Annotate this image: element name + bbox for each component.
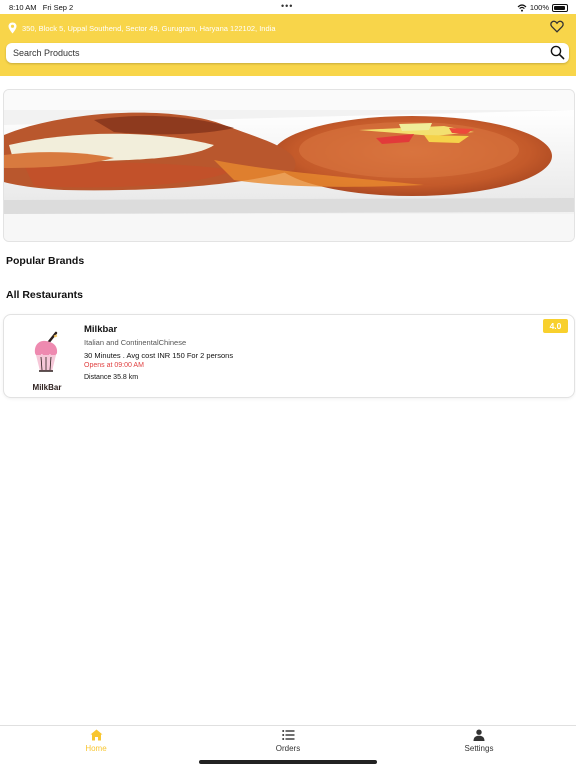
tab-orders[interactable]: Orders <box>238 729 338 753</box>
logo-text: MilkBar <box>32 383 62 392</box>
restaurant-name: Milkbar <box>84 324 118 335</box>
location-pin-icon <box>8 22 17 34</box>
restaurant-logo: MilkBar <box>26 331 68 393</box>
location-row[interactable]: 350, Block 5, Uppal Southend, Sector 49,… <box>8 20 568 36</box>
person-icon <box>473 729 485 741</box>
wifi-icon <box>517 3 527 12</box>
favorite-heart-icon[interactable] <box>550 20 564 33</box>
home-indicator <box>199 760 377 764</box>
battery-icon <box>552 3 568 12</box>
status-bar: 8:10 AM Fri Sep 2 ••• 100% <box>0 0 576 14</box>
list-icon <box>281 730 294 740</box>
multitasking-dots-icon[interactable]: ••• <box>281 1 293 11</box>
popular-brands-heading: Popular Brands <box>6 255 85 267</box>
all-restaurants-heading: All Restaurants <box>6 289 84 301</box>
home-icon <box>90 729 102 741</box>
restaurant-cuisine: Italian and ContinentalChinese <box>84 338 187 347</box>
tab-home[interactable]: Home <box>46 729 146 753</box>
restaurant-opens: Opens at 09:00 AM <box>84 362 144 369</box>
search-input[interactable] <box>11 47 535 59</box>
status-right: 100% <box>517 3 568 12</box>
tab-orders-label: Orders <box>275 744 301 753</box>
status-time: 8:10 AM Fri Sep 2 <box>9 3 74 12</box>
rating-badge: 4.0 <box>543 319 568 333</box>
food-banner-image <box>4 90 574 241</box>
search-icon[interactable] <box>550 45 565 60</box>
battery-percent: 100% <box>529 3 549 12</box>
tab-home-label: Home <box>85 744 107 753</box>
tab-settings[interactable]: Settings <box>429 729 529 753</box>
restaurant-info: 30 Minutes . Avg cost INR 150 For 2 pers… <box>84 351 234 360</box>
delivery-address[interactable]: 350, Block 5, Uppal Southend, Sector 49,… <box>22 24 276 33</box>
ice-cream-icon <box>34 331 58 372</box>
restaurant-card[interactable]: MilkBar Milkbar Italian and ContinentalC… <box>3 314 575 398</box>
search-bar[interactable] <box>6 43 569 63</box>
promo-banner[interactable] <box>3 89 575 242</box>
restaurant-distance: Distance 35.8 km <box>84 374 139 381</box>
tab-settings-label: Settings <box>464 744 494 753</box>
